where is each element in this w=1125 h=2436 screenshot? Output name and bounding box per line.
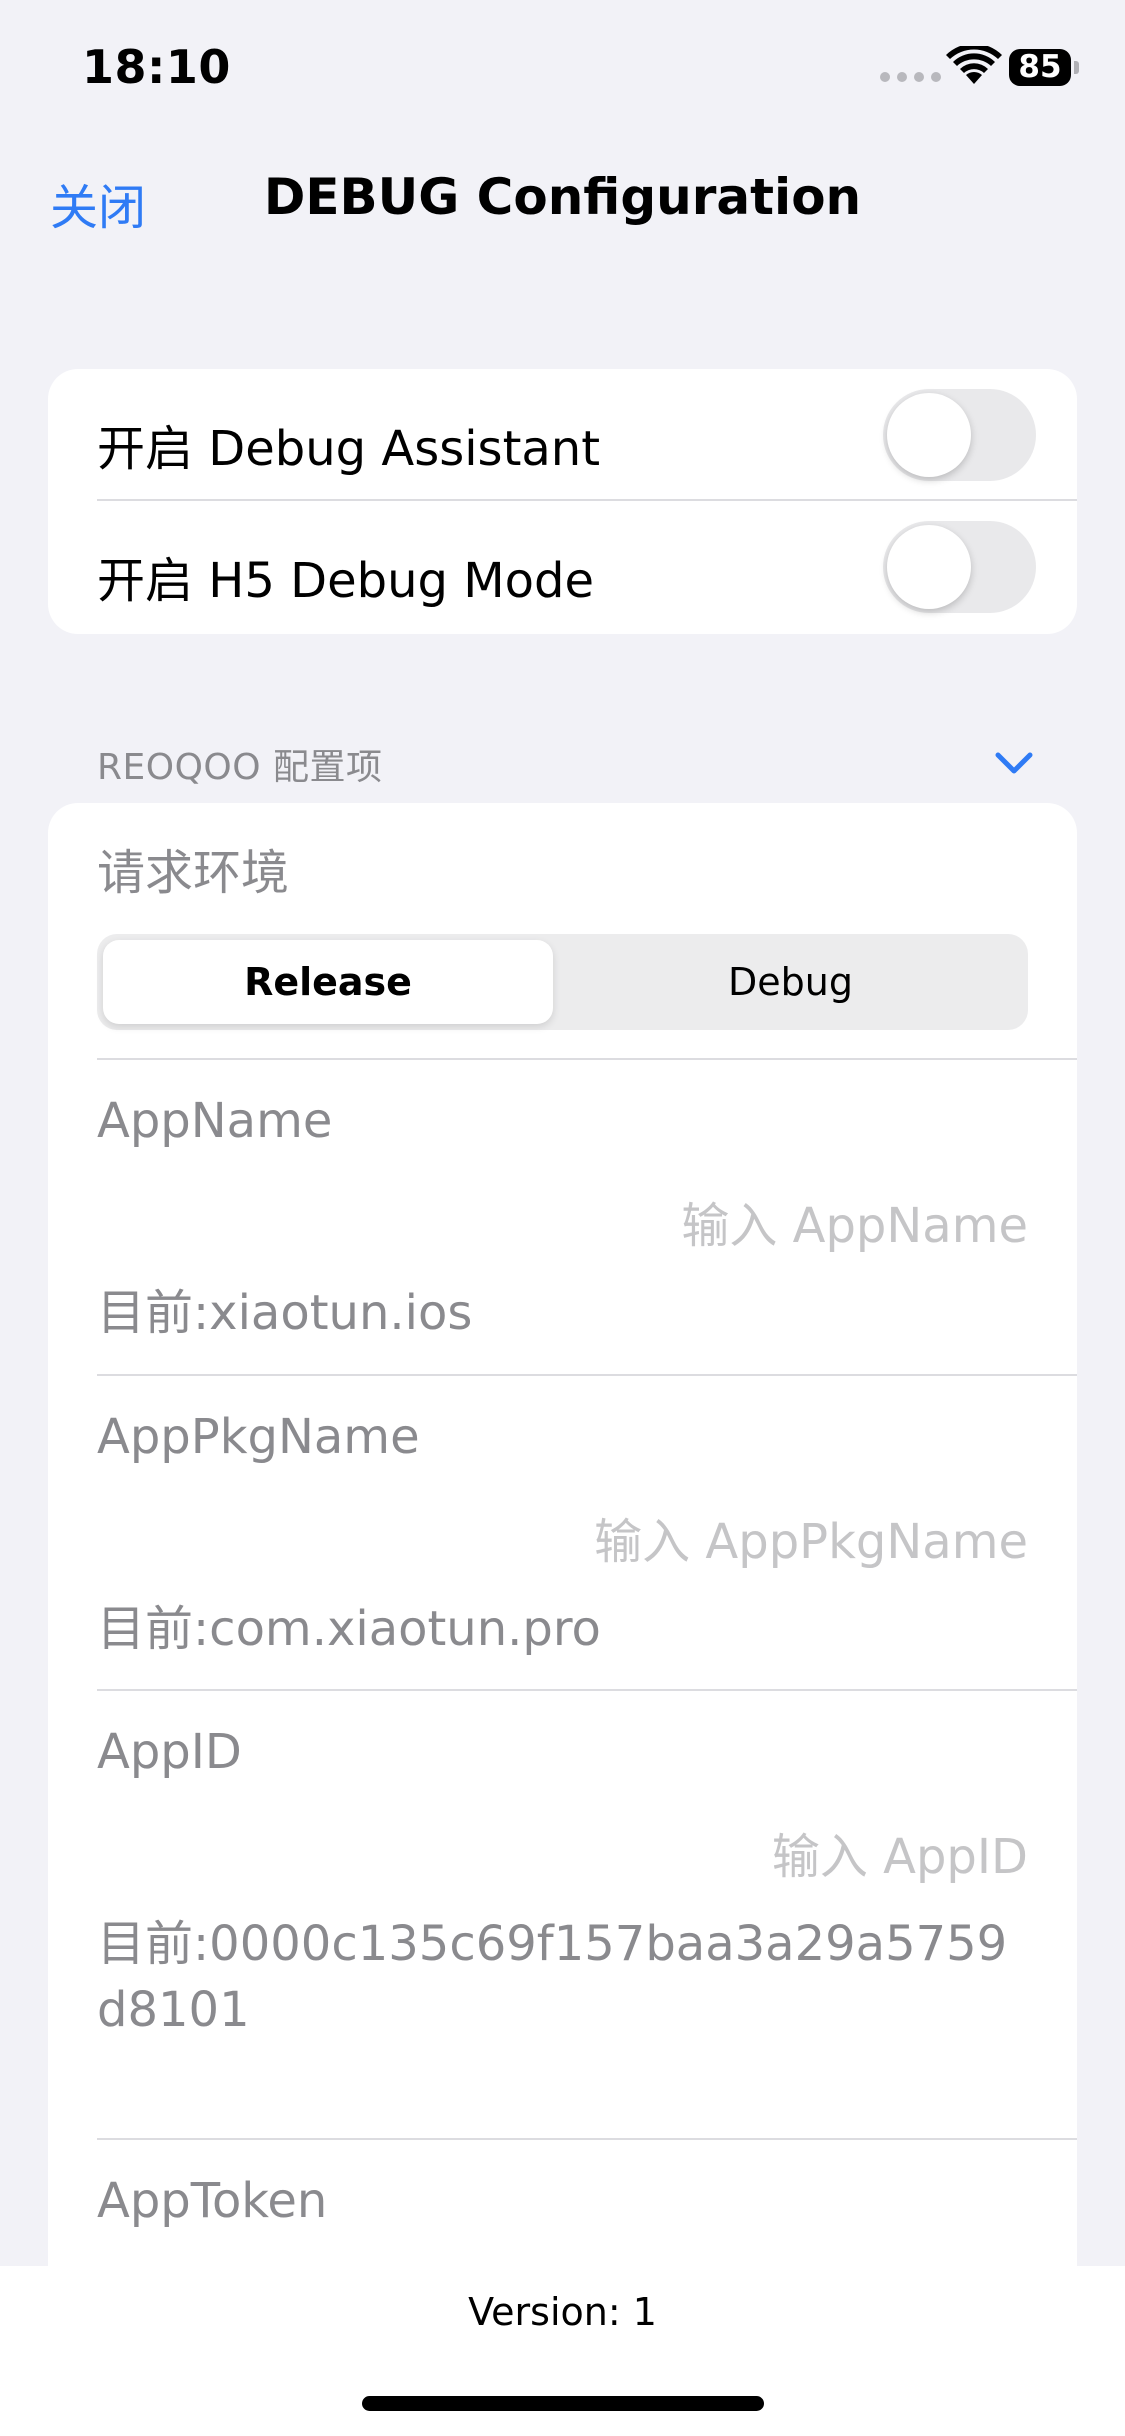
footer: Version: 1 [0, 2266, 1125, 2436]
h5-debug-mode-label: 开启 H5 Debug Mode [97, 553, 595, 609]
segment-release[interactable]: Release [103, 940, 553, 1024]
appname-label: AppName [97, 1093, 333, 1149]
version-label: Version: 1 [468, 2290, 657, 2334]
wifi-icon [946, 46, 1002, 84]
h5-debug-mode-switch[interactable] [883, 521, 1036, 613]
home-indicator[interactable] [362, 2396, 764, 2411]
close-button[interactable]: 关闭 [50, 168, 146, 238]
toggle-row-debug-assistant: 开启 Debug Assistant [48, 369, 1077, 501]
debug-toggles-card: 开启 Debug Assistant 开启 H5 Debug Mode [48, 369, 1077, 634]
appid-current-value: 目前:0000c135c69f157baa3a29a5759d8101 [97, 1916, 1008, 2038]
appname-input[interactable] [97, 1191, 1028, 1261]
row-divider [97, 1374, 1077, 1376]
environment-label: 请求环境 [97, 845, 290, 901]
row-divider [97, 1058, 1077, 1060]
section-header: REOQOO 配置项 [97, 747, 383, 788]
battery-icon: 85 [1009, 49, 1079, 86]
status-bar: 18:10 85 [0, 0, 1125, 130]
page-title: DEBUG Configuration [263, 168, 862, 226]
apppkgname-input[interactable] [97, 1507, 1028, 1577]
segment-debug[interactable]: Debug [559, 940, 1022, 1024]
cellular-signal-icon [880, 72, 941, 82]
apptoken-label: AppToken [97, 2173, 328, 2229]
status-time: 18:10 [82, 40, 231, 94]
apppkgname-current-value: 目前:com.xiaotun.pro [97, 1601, 601, 1657]
appid-input[interactable] [97, 1822, 1028, 1892]
row-divider [97, 2138, 1077, 2140]
appid-label: AppID [97, 1724, 242, 1780]
toggle-row-h5-debug-mode: 开启 H5 Debug Mode [48, 501, 1077, 633]
row-divider [97, 1689, 1077, 1691]
reoqoo-config-card: 请求环境 Release Debug AppName 目前:xiaotun.io… [48, 803, 1077, 2303]
chevron-down-icon[interactable] [992, 748, 1036, 778]
battery-level: 85 [1018, 49, 1062, 85]
debug-assistant-label: 开启 Debug Assistant [97, 421, 601, 477]
appname-current-value: 目前:xiaotun.ios [97, 1285, 473, 1341]
debug-assistant-switch[interactable] [883, 389, 1036, 481]
environment-segmented-control: Release Debug [97, 934, 1028, 1030]
navigation-bar: DEBUG Configuration 关闭 [0, 150, 1125, 250]
apppkgname-label: AppPkgName [97, 1409, 420, 1465]
